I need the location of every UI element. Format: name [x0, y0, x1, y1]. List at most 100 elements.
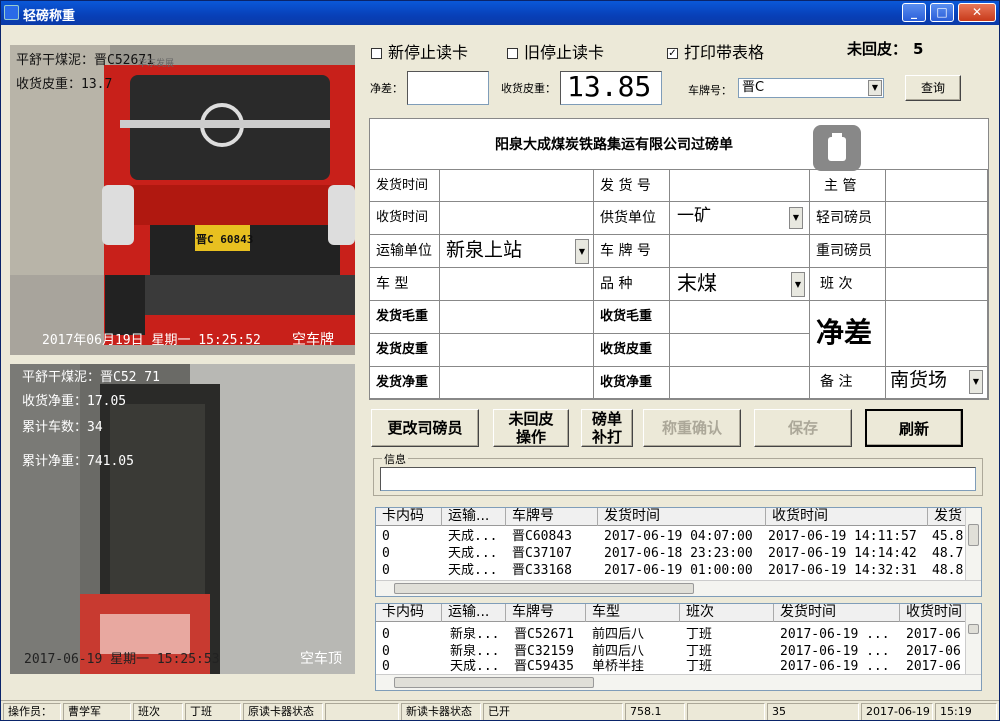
send-tare-value[interactable] [440, 334, 594, 367]
cam2-line3: 累计车数：34 [22, 416, 103, 435]
col-header[interactable]: 车牌号 [506, 508, 598, 526]
col-header[interactable]: 卡内码 [376, 508, 442, 526]
maximize-button[interactable]: □ [930, 3, 954, 22]
save-button[interactable]: 保存 [754, 409, 852, 447]
info-label: 信息 [382, 451, 408, 467]
col-header[interactable]: 运输... [442, 604, 506, 622]
cam2-line1: 平舒干煤泥：晋C52 71 [22, 366, 160, 385]
weight-readout: 758.1 [625, 703, 685, 721]
col-header[interactable]: 班次 [680, 604, 774, 622]
recv-gross-value[interactable] [670, 301, 810, 334]
horizontal-scrollbar[interactable] [376, 674, 981, 690]
old-reader-label: 原读卡器状态 [243, 703, 323, 721]
plate-label: 车牌号： [688, 82, 732, 98]
weighing-slip-form: 阳泉大成煤炭铁路集运有限公司过磅单 发货时间 收货时间 运输单位 新泉上站▼ 车… [369, 118, 989, 400]
col-header[interactable]: 收货时间 [766, 508, 928, 526]
recv-tare-label: 收货皮重 [594, 334, 670, 367]
cam2-mode: 空车顶 [300, 648, 342, 668]
send-net-value[interactable] [440, 367, 594, 399]
net-diff-label: 净差： [370, 80, 403, 96]
cam1-datetime: 2017年06月19日 星期一 15:25:52 [42, 329, 261, 348]
vertical-scrollbar[interactable] [965, 604, 981, 674]
new-reader-label: 新读卡器状态 [401, 703, 481, 721]
col-header[interactable]: 车型 [586, 604, 680, 622]
remark-combo[interactable]: 南货场▼ [888, 369, 984, 395]
horizontal-scrollbar[interactable] [376, 580, 981, 596]
refresh-button[interactable]: 刷新 [865, 409, 963, 447]
recv-time-value[interactable] [440, 202, 594, 235]
remark-label: 备 注 [810, 367, 886, 399]
chevron-down-icon[interactable]: ▼ [969, 370, 983, 394]
col-header[interactable]: 发货时间 [598, 508, 766, 526]
remark-cell: 南货场▼ [886, 367, 988, 399]
chevron-down-icon[interactable]: ▼ [791, 272, 805, 297]
heavy-operator-label: 重司磅员 [810, 235, 886, 268]
supplier-label: 供货单位 [594, 202, 670, 235]
records-list[interactable]: 卡内码 运输... 车牌号 车型 班次 发货时间 收货时间 0新泉...晋C52… [375, 603, 982, 691]
status-blank [687, 703, 765, 721]
send-gross-value[interactable] [440, 301, 594, 334]
recv-net-value[interactable] [670, 367, 810, 399]
net-diff-value [886, 301, 988, 367]
chevron-down-icon[interactable]: ▼ [868, 80, 882, 96]
confirm-weigh-button[interactable]: 称重确认 [643, 409, 741, 447]
send-time-value[interactable] [440, 169, 594, 202]
old-stop-read-checkbox[interactable]: 旧停止读卡 [507, 39, 604, 63]
query-button[interactable]: 查询 [905, 75, 961, 101]
vertical-scrollbar[interactable] [965, 508, 981, 580]
truck-type-label: 车 型 [370, 268, 440, 301]
new-stop-read-checkbox[interactable]: 新停止读卡 [371, 39, 468, 63]
operator-value: 曹学军 [63, 703, 131, 721]
transport-combo[interactable]: 新泉上站▼ [442, 238, 590, 265]
info-textbox[interactable] [380, 467, 976, 491]
col-header[interactable]: 发货 [928, 508, 968, 526]
change-operator-button[interactable]: 更改司磅员 [371, 409, 479, 447]
plate-no-value[interactable] [670, 235, 810, 268]
old-reader-value [325, 703, 399, 721]
chevron-down-icon[interactable]: ▼ [575, 239, 589, 264]
truck-type-value[interactable] [440, 268, 594, 301]
net-diff-title: 净差 [810, 301, 886, 367]
col-header[interactable]: 运输... [442, 508, 506, 526]
chevron-down-icon[interactable]: ▼ [789, 207, 803, 229]
recv-time-label: 收货时间 [370, 202, 440, 235]
unreturned-count: 未回皮：5 [847, 38, 923, 59]
supervisor-label: 主 管 [810, 169, 886, 202]
heavy-operator-value[interactable] [886, 235, 988, 268]
records-list-header: 卡内码 运输... 车牌号 车型 班次 发货时间 收货时间 [376, 604, 966, 622]
no-tare-operation-button[interactable]: 未回皮操作 [493, 409, 569, 447]
top-camera-view: 平舒干煤泥：晋C52 71 收货净重：17.05 累计车数：34 累计净重：74… [10, 364, 355, 674]
shift-value[interactable] [886, 268, 988, 301]
shift-label: 班 次 [810, 268, 886, 301]
form-title: 阳泉大成煤炭铁路集运有限公司过磅单 [495, 134, 733, 154]
plate-combo[interactable]: 晋C▼ [738, 78, 884, 98]
supervisor-value[interactable] [886, 169, 988, 202]
main-window: 轻磅称重 _ □ ✕ 平舒干煤泥：晋C52671 收货皮重：13.7 华东发展 … [0, 0, 1000, 721]
col-header[interactable]: 发货时间 [774, 604, 900, 622]
status-time: 15:19 [935, 703, 997, 721]
transport-cell: 新泉上站▼ [440, 235, 594, 268]
recv-tare-value[interactable] [670, 334, 810, 367]
col-header[interactable]: 车牌号 [506, 604, 586, 622]
minimize-button[interactable]: _ [902, 3, 926, 22]
truck-top-image [10, 364, 355, 674]
send-net-label: 发货净重 [370, 367, 440, 399]
variety-combo[interactable]: 末煤▼ [674, 271, 806, 298]
window-title: 轻磅称重 [23, 5, 75, 24]
ship-no-value[interactable] [670, 169, 810, 202]
pending-list[interactable]: 卡内码 运输... 车牌号 发货时间 收货时间 发货 0天成...晋C60843… [375, 507, 982, 597]
print-table-checkbox[interactable]: ✓打印带表格 [667, 39, 764, 63]
supplier-cell: 一矿▼ [670, 202, 810, 235]
shift-status-value: 丁班 [185, 703, 241, 721]
light-operator-value[interactable] [886, 202, 988, 235]
col-header[interactable]: 卡内码 [376, 604, 442, 622]
pending-list-header: 卡内码 运输... 车牌号 发货时间 收货时间 发货 [376, 508, 966, 526]
reprint-slip-button[interactable]: 磅单补打 [581, 409, 633, 447]
supplier-combo[interactable]: 一矿▼ [674, 206, 804, 230]
transport-label: 运输单位 [370, 235, 440, 268]
col-header[interactable]: 收货时间 [900, 604, 966, 622]
close-button[interactable]: ✕ [958, 3, 996, 22]
front-camera-view: 平舒干煤泥：晋C52671 收货皮重：13.7 华东发展 晋C 60843 20… [10, 45, 355, 355]
net-diff-input[interactable] [407, 71, 489, 105]
recv-net-label: 收货净重 [594, 367, 670, 399]
